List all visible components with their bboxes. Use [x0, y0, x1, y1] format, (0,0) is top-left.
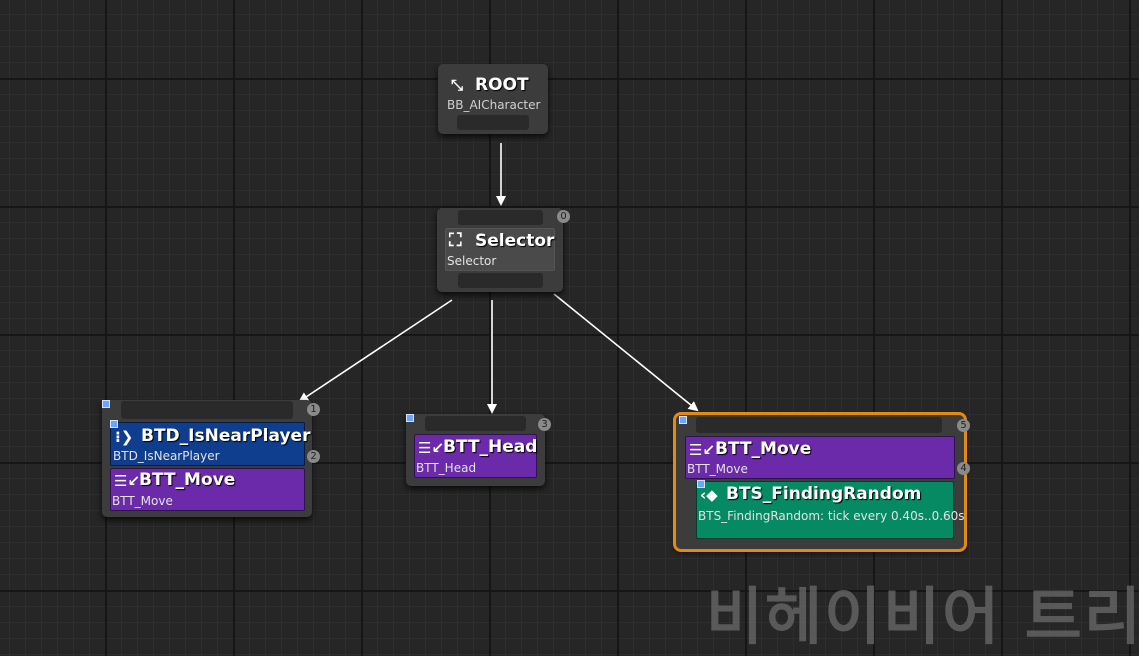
wire-selector-near-player	[298, 299, 453, 403]
task-icon: ☰↙	[114, 472, 141, 490]
head-input-pin[interactable]	[425, 416, 526, 431]
selector-icon: ⛶	[449, 230, 462, 251]
task-icon: ☰↙	[418, 439, 445, 457]
move-index-badge: 5	[957, 419, 970, 432]
root-subtitle: BB_AICharacter	[447, 98, 541, 112]
selector-node[interactable]: ⛶ Selector Selector	[437, 208, 563, 292]
head-marker	[406, 414, 414, 422]
wire-selector-move	[553, 293, 699, 412]
task-icon: ☰↙	[689, 441, 716, 459]
connection-wires	[298, 143, 699, 414]
graph-type-watermark: 비헤이비어 트리	[706, 580, 1139, 653]
decorator-marker	[110, 420, 118, 428]
move-marker	[679, 416, 687, 424]
move-task-box[interactable]: ☰↙ BTT_Move BTT_Move	[685, 436, 955, 479]
near-player-task-title: BTT_Move	[139, 470, 236, 490]
service-icon: ‹◆	[700, 486, 718, 504]
decorator-index-badge: 1	[307, 403, 320, 416]
root-node[interactable]: ⤡ ROOT BB_AICharacter	[438, 64, 548, 134]
near-player-breakpoint-marker	[102, 400, 110, 408]
move-node[interactable]: ☰↙ BTT_Move BTT_Move ‹◆ BTS_FindingRando…	[673, 412, 967, 552]
service-subtitle: BTS_FindingRandom: tick every 0.40s..0.6…	[698, 509, 965, 523]
service-title: BTS_FindingRandom	[726, 484, 922, 504]
selector-subtitle: Selector	[447, 254, 497, 268]
service-index-badge: 4	[957, 462, 970, 475]
near-player-task-box[interactable]: ☰↙ BTT_Move BTT_Move	[110, 468, 305, 511]
service-marker	[697, 480, 705, 488]
selector-input-pin[interactable]	[458, 210, 543, 225]
head-task-box[interactable]: ☰↙ BTT_Head BTT_Head	[414, 434, 537, 478]
root-icon: ⤡	[451, 76, 464, 94]
move-title: BTT_Move	[715, 439, 812, 459]
move-input-pin[interactable]	[696, 417, 942, 433]
decorator-title: BTD_IsNearPlayer	[141, 426, 311, 446]
move-subtitle: BTT_Move	[687, 462, 748, 476]
root-output-pin[interactable]	[457, 115, 529, 130]
head-title: BTT_Head	[443, 437, 538, 457]
selector-index-badge: 0	[557, 210, 570, 223]
near-player-task-index-badge: 2	[307, 450, 320, 463]
near-player-node[interactable]: ⁝❯ BTD_IsNearPlayer BTD_IsNearPlayer ☰↙ …	[102, 400, 312, 517]
near-player-input-pin[interactable]	[121, 401, 293, 419]
decorator-subtitle: BTD_IsNearPlayer	[113, 449, 220, 463]
head-node[interactable]: ☰↙ BTT_Head BTT_Head	[406, 414, 545, 486]
head-subtitle: BTT_Head	[416, 461, 477, 475]
decorator-box[interactable]: ⁝❯ BTD_IsNearPlayer BTD_IsNearPlayer	[110, 422, 310, 466]
head-index-badge: 3	[538, 418, 551, 431]
decorator-icon: ⁝❯	[115, 428, 134, 446]
selector-title: Selector	[475, 231, 555, 251]
selector-title-box: ⛶ Selector Selector	[445, 228, 555, 271]
service-box[interactable]: ‹◆ BTS_FindingRandom BTS_FindingRandom: …	[696, 481, 965, 539]
selector-output-pin[interactable]	[458, 273, 543, 288]
near-player-task-subtitle: BTT_Move	[112, 494, 173, 508]
root-title: ROOT	[475, 75, 529, 95]
